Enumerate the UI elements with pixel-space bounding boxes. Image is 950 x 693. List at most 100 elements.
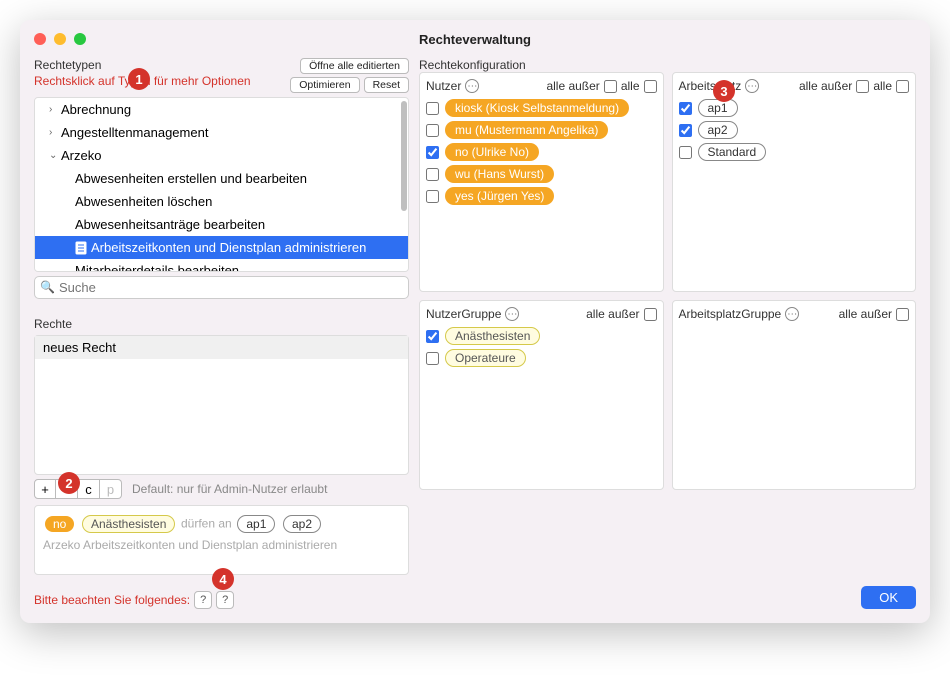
nutzer-alle-ausser-checkbox[interactable] xyxy=(604,80,617,93)
tree-item-abwesenheiten-loeschen[interactable]: Abwesenheiten löschen xyxy=(35,190,408,213)
scrollbar[interactable] xyxy=(400,99,407,270)
optimize-button[interactable]: Optimieren xyxy=(290,77,359,93)
chevron-right-icon: › xyxy=(49,127,61,138)
arbeitsplatzgruppe-title: ArbeitsplatzGruppe xyxy=(679,307,782,321)
search-input[interactable] xyxy=(34,276,409,299)
nutzergruppe-panel: NutzerGruppe ⋯ alle außer Anästhesisten … xyxy=(419,300,664,490)
tree-item-arbeitszeitkonten[interactable]: Arbeitszeitkonten und Dienstplan adminis… xyxy=(35,236,408,259)
summary-user-pill: no xyxy=(45,516,74,532)
nutzer-item-mu[interactable]: mu (Mustermann Angelika) xyxy=(426,121,657,139)
nutzer-item-yes[interactable]: yes (Jürgen Yes) xyxy=(426,187,657,205)
ok-button[interactable]: OK xyxy=(861,586,916,609)
open-all-edited-button[interactable]: Öffne alle editierten xyxy=(300,58,409,74)
nutzer-no-checkbox[interactable] xyxy=(426,146,439,159)
alle-ausser-label: alle außer xyxy=(799,79,852,93)
tree-item-label: Arzeko xyxy=(61,148,101,163)
alle-label: alle xyxy=(873,79,892,93)
arbeitsplatz-pill: ap2 xyxy=(698,121,738,139)
add-arbeitsplatz-button[interactable]: ⋯ xyxy=(745,79,759,93)
window: 1 2 3 4 Rechteverwaltung Rechtetypen Rec… xyxy=(20,20,930,623)
arbeitsplatz-pill: Standard xyxy=(698,143,767,161)
titlebar: Rechteverwaltung xyxy=(20,20,930,58)
arbeitsplatz-alle-ausser-checkbox[interactable] xyxy=(856,80,869,93)
window-title: Rechteverwaltung xyxy=(20,32,930,47)
summary-ap2-pill: ap2 xyxy=(283,515,321,533)
nutzergruppe-pill: Operateure xyxy=(445,349,526,367)
nutzer-pill: yes (Jürgen Yes) xyxy=(445,187,554,205)
chevron-right-icon: › xyxy=(49,104,61,115)
right-item-new[interactable]: neues Recht xyxy=(35,336,408,359)
arbeitsplatz-item-ap1[interactable]: ap1 xyxy=(679,99,910,117)
document-icon xyxy=(75,241,87,255)
add-nutzer-button[interactable]: ⋯ xyxy=(465,79,479,93)
arbeitsplatz-alle-checkbox[interactable] xyxy=(896,80,909,93)
tree-item-abrechnung[interactable]: ›Abrechnung xyxy=(35,98,408,121)
nutzer-alle-checkbox[interactable] xyxy=(644,80,657,93)
arbeitsplatz-panel: Arbeitsplatz ⋯ alle außer alle ap1 ap2 S… xyxy=(672,72,917,292)
nutzer-item-wu[interactable]: wu (Hans Wurst) xyxy=(426,165,657,183)
types-hint: Rechtsklick auf Typen für mehr Optionen xyxy=(34,74,251,88)
chevron-down-icon: ⌄ xyxy=(49,150,61,161)
summary-panel: no Anästhesisten dürfen an ap1 ap2 Arzek… xyxy=(34,505,409,575)
tree-item-mitarbeiterdetails[interactable]: Mitarbeiterdetails bearbeiten xyxy=(35,259,408,272)
nutzer-mu-checkbox[interactable] xyxy=(426,124,439,137)
nutzer-pill: mu (Mustermann Angelika) xyxy=(445,121,608,139)
nutzergruppe-pill: Anästhesisten xyxy=(445,327,540,345)
standard-checkbox[interactable] xyxy=(679,146,692,159)
tree-item-label: Abwesenheiten löschen xyxy=(75,194,212,209)
ap2-checkbox[interactable] xyxy=(679,124,692,137)
nutzer-title: Nutzer xyxy=(426,79,461,93)
ap1-checkbox[interactable] xyxy=(679,102,692,115)
config-label: Rechtekonfiguration xyxy=(419,58,916,72)
help-button-2[interactable]: ? xyxy=(216,591,234,609)
nutzer-panel: Nutzer ⋯ alle außer alle kiosk (Kiosk Se… xyxy=(419,72,664,292)
tree-item-label: Abwesenheiten erstellen und bearbeiten xyxy=(75,171,307,186)
footer-warning: Bitte beachten Sie folgendes: xyxy=(34,593,190,607)
tree-item-arzeko[interactable]: ⌄Arzeko xyxy=(35,144,408,167)
copy-right-button[interactable]: c xyxy=(78,479,100,499)
rights-list[interactable]: neues Recht xyxy=(34,335,409,475)
help-button-1[interactable]: ? xyxy=(194,591,212,609)
nutzergruppe-alle-ausser-checkbox[interactable] xyxy=(644,308,657,321)
tree-item-label: Abwesenheitsanträge bearbeiten xyxy=(75,217,265,232)
nutzer-pill: kiosk (Kiosk Selbstanmeldung) xyxy=(445,99,629,117)
tree-item-angestelltenmanagement[interactable]: ›Angestelltenmanagement xyxy=(35,121,408,144)
types-tree[interactable]: ›Abrechnung ›Angestelltenmanagement ⌄Arz… xyxy=(34,97,409,272)
operateure-checkbox[interactable] xyxy=(426,352,439,365)
scrollbar-thumb[interactable] xyxy=(401,101,407,211)
nutzer-item-no[interactable]: no (Ulrike No) xyxy=(426,143,657,161)
add-nutzergruppe-button[interactable]: ⋯ xyxy=(505,307,519,321)
add-right-button[interactable]: + xyxy=(34,479,56,499)
nutzer-wu-checkbox[interactable] xyxy=(426,168,439,181)
alle-ausser-label: alle außer xyxy=(546,79,599,93)
arbeitsplatzgruppe-alle-ausser-checkbox[interactable] xyxy=(896,308,909,321)
arbeitsplatz-item-ap2[interactable]: ap2 xyxy=(679,121,910,139)
nutzer-pill: no (Ulrike No) xyxy=(445,143,539,161)
nutzer-kiosk-checkbox[interactable] xyxy=(426,102,439,115)
types-label: Rechtetypen xyxy=(34,58,251,72)
rights-label: Rechte xyxy=(34,317,409,331)
anaesthesisten-checkbox[interactable] xyxy=(426,330,439,343)
summary-mid-text: dürfen an xyxy=(181,516,232,530)
add-arbeitsplatzgruppe-button[interactable]: ⋯ xyxy=(785,307,799,321)
nutzergruppe-title: NutzerGruppe xyxy=(426,307,501,321)
nutzer-pill: wu (Hans Wurst) xyxy=(445,165,554,183)
alle-ausser-label: alle außer xyxy=(586,307,639,321)
remove-right-button[interactable]: − xyxy=(56,479,78,499)
summary-group-pill: Anästhesisten xyxy=(82,515,175,533)
nutzer-item-kiosk[interactable]: kiosk (Kiosk Selbstanmeldung) xyxy=(426,99,657,117)
paste-right-button[interactable]: p xyxy=(100,479,122,499)
tree-item-label: Abrechnung xyxy=(61,102,131,117)
arbeitsplatz-title: Arbeitsplatz xyxy=(679,79,742,93)
arbeitsplatz-item-standard[interactable]: Standard xyxy=(679,143,910,161)
tree-item-abwesenheitsantraege[interactable]: Abwesenheitsanträge bearbeiten xyxy=(35,213,408,236)
nutzer-yes-checkbox[interactable] xyxy=(426,190,439,203)
reset-button[interactable]: Reset xyxy=(364,77,409,93)
tree-item-label: Mitarbeiterdetails bearbeiten xyxy=(75,263,239,272)
nutzergruppe-item-operateure[interactable]: Operateure xyxy=(426,349,657,367)
alle-ausser-label: alle außer xyxy=(839,307,892,321)
alle-label: alle xyxy=(621,79,640,93)
summary-subtext: Arzeko Arbeitszeitkonten und Dienstplan … xyxy=(43,538,400,552)
tree-item-abwesenheiten-erstellen[interactable]: Abwesenheiten erstellen und bearbeiten xyxy=(35,167,408,190)
nutzergruppe-item-anaesthesisten[interactable]: Anästhesisten xyxy=(426,327,657,345)
